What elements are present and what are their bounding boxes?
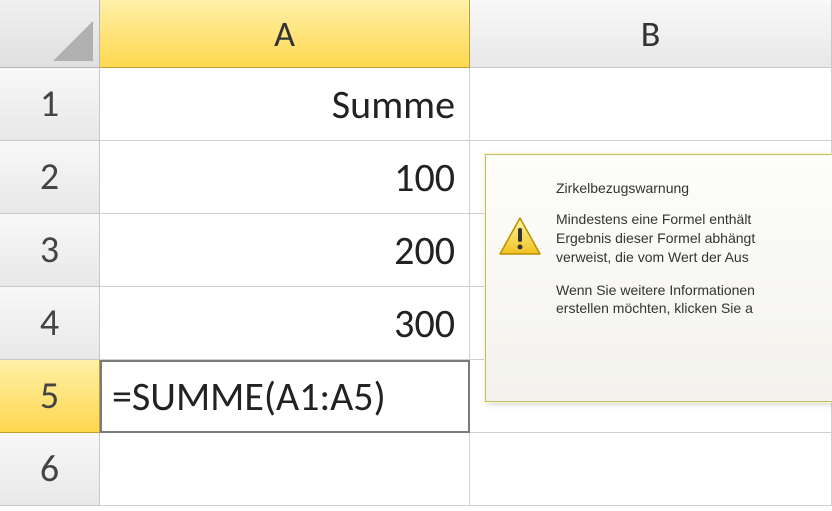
tooltip-line: Wenn Sie weitere Informationen [556,281,755,300]
select-all-corner[interactable] [0,0,100,68]
cell-a2[interactable]: 100 [100,141,470,214]
row-header-1[interactable]: 1 [0,68,100,141]
circular-reference-warning-tooltip: Zirkelbezugswarnung Mindestens eine Form… [485,154,832,402]
tooltip-text: Zirkelbezugswarnung Mindestens eine Form… [556,179,755,389]
tooltip-line: Ergebnis dieser Formel abhängt [556,229,755,248]
column-header-a[interactable]: A [100,0,470,68]
row-header-6[interactable]: 6 [0,433,100,506]
cell-b1[interactable] [470,68,832,141]
row-header-3[interactable]: 3 [0,214,100,287]
tooltip-line: erstellen möchten, klicken Sie a [556,299,755,318]
warning-icon [498,215,542,259]
tooltip-title: Zirkelbezugswarnung [556,179,755,198]
cell-a3[interactable]: 200 [100,214,470,287]
tooltip-line: verweist, die vom Wert der Aus [556,248,755,267]
row-header-2[interactable]: 2 [0,141,100,214]
cell-b6[interactable] [470,433,832,506]
cell-a1[interactable]: Summe [100,68,470,141]
column-header-b[interactable]: B [470,0,832,68]
cell-a5[interactable]: =SUMME(A1:A5) [100,360,470,433]
cell-a6[interactable] [100,433,470,506]
row-header-4[interactable]: 4 [0,287,100,360]
tooltip-line: Mindestens eine Formel enthält [556,210,755,229]
cell-a4[interactable]: 300 [100,287,470,360]
row-header-5[interactable]: 5 [0,360,100,433]
